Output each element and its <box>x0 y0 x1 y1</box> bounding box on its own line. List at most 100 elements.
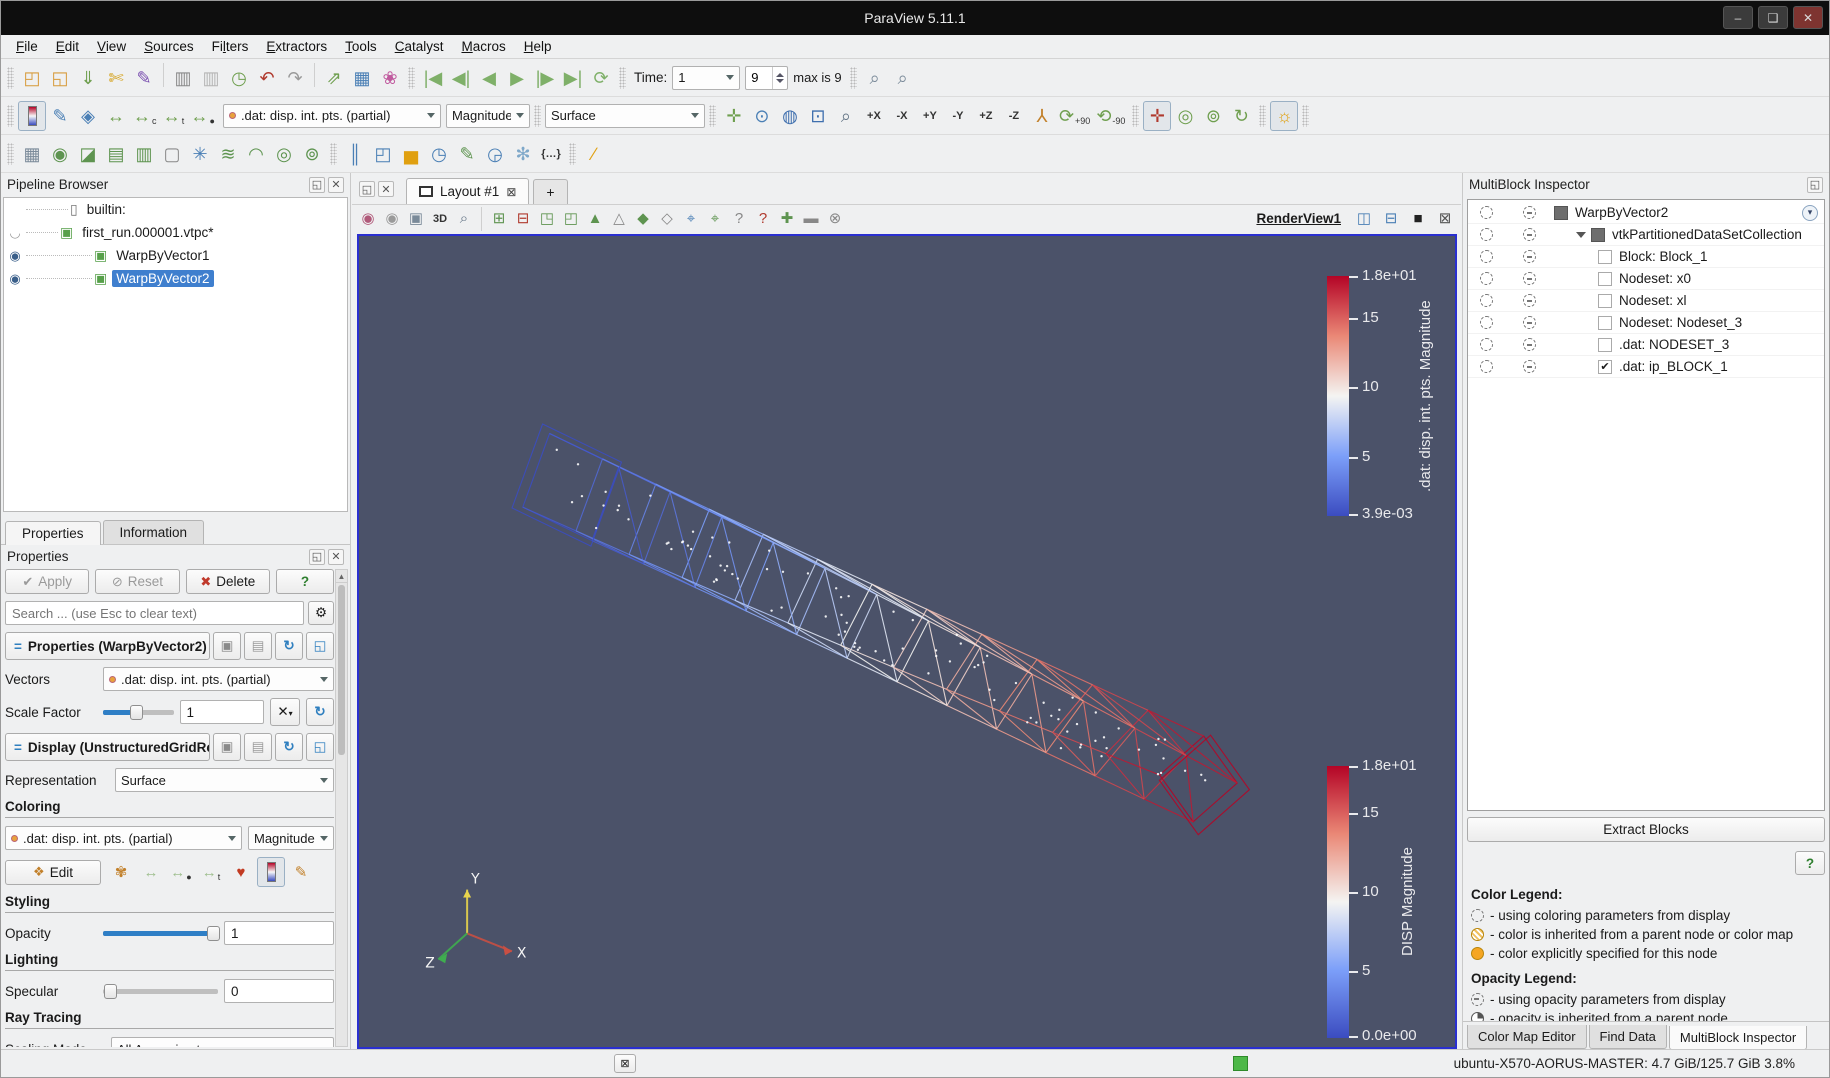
toolbar-drag-handle[interactable] <box>709 105 716 127</box>
toolbar-drag-handle[interactable] <box>7 67 14 89</box>
light-kit-icon[interactable]: ☼ <box>1270 101 1298 131</box>
menu-catalyst[interactable]: Catalyst <box>386 37 453 56</box>
multiblock-tree[interactable]: WarpByVector2▾vtkPartitionedDataSetColle… <box>1467 199 1825 811</box>
toolbar-drag-handle[interactable] <box>7 143 14 165</box>
extract-subset-icon[interactable]: ▢ <box>158 139 186 169</box>
scaling-mode-combo[interactable]: All Approximate <box>111 1037 334 1047</box>
select-points-rectangle-icon[interactable]: ⊟ <box>511 207 535 231</box>
slice-icon[interactable]: ▤ <box>102 139 130 169</box>
set-view-plus-y-icon[interactable]: +Y <box>916 101 944 131</box>
pipeline-tree[interactable]: ▯builtin:◡▣first_run.000001.vtpc*◉▣WarpB… <box>3 197 348 512</box>
select-cells-rectangle-icon[interactable]: ⊞ <box>487 207 511 231</box>
color-state-icon[interactable] <box>1480 250 1493 263</box>
plot-over-line-icon[interactable]: ║ <box>341 139 369 169</box>
display-section-header[interactable]: =Display (UnstructuredGridRepresentation… <box>5 733 210 761</box>
opacity-state-icon[interactable] <box>1523 228 1536 241</box>
block-checkbox[interactable] <box>1598 294 1612 308</box>
stream-tracer-icon[interactable]: ≋ <box>214 139 242 169</box>
save-screenshot-icon[interactable]: ⇓ <box>74 63 102 93</box>
capture-view-icon[interactable]: ⌕ <box>889 63 917 93</box>
copy-properties-button[interactable]: ▣ <box>213 632 241 660</box>
output-messages-icon[interactable]: ⊠ <box>614 1054 636 1073</box>
search-options-button[interactable]: ⚙ <box>308 601 334 625</box>
float-dock-icon[interactable]: ◱ <box>309 177 325 193</box>
redo-icon[interactable]: ↷ <box>281 63 309 93</box>
select-cells-polygon-icon[interactable]: ▲ <box>583 207 607 231</box>
capture-screenshot-icon[interactable]: ▣ <box>404 207 428 231</box>
maximize-view-icon[interactable]: ■ <box>1406 207 1430 231</box>
tab-properties[interactable]: Properties <box>5 521 101 545</box>
vectors-combo[interactable]: .dat: disp. int. pts. (partial) <box>103 667 334 691</box>
opacity-value[interactable]: 1 <box>224 921 334 945</box>
edit-color-map-icon[interactable]: ✎ <box>46 101 74 131</box>
tristate-checkbox[interactable] <box>1591 228 1605 242</box>
rotate-90-clockwise-icon[interactable]: ⟳+90 <box>1056 101 1093 131</box>
rotate-90-counterclockwise-icon[interactable]: ⟲-90 <box>1093 101 1128 131</box>
pipeline-item-builtin-[interactable]: ▯builtin: <box>4 198 347 221</box>
visibility-eye-icon[interactable]: ◉ <box>4 271 26 287</box>
plot-selection-over-time-icon[interactable]: ◶ <box>481 139 509 169</box>
opacity-state-icon[interactable] <box>1523 206 1536 219</box>
expander-icon[interactable] <box>1576 232 1586 238</box>
delete-button[interactable]: ✖Delete <box>186 569 270 594</box>
save-catalyst-state-icon[interactable]: ✎ <box>130 63 158 93</box>
split-horizontal-icon[interactable]: ◫ <box>1352 207 1376 231</box>
reset-camera-closest-icon[interactable]: ◍ <box>776 101 804 131</box>
pipeline-item-warpbyvector2[interactable]: ◉▣WarpByVector2 <box>4 267 347 290</box>
toolbar-drag-handle[interactable] <box>1302 105 1309 127</box>
first-frame-icon[interactable]: |◀ <box>419 63 447 93</box>
close-dock-icon[interactable]: ✕ <box>328 549 344 565</box>
help-button[interactable]: ? <box>276 569 334 594</box>
scale-factor-slider[interactable] <box>103 710 174 715</box>
multiblock-row--dat-ip-block-1[interactable]: ✔.dat: ip_BLOCK_1 <box>1468 356 1824 378</box>
menu-macros[interactable]: Macros <box>452 37 514 56</box>
toolbar-drag-handle[interactable] <box>850 67 857 89</box>
opacity-state-icon[interactable] <box>1523 272 1536 285</box>
choose-color-preset-icon[interactable]: ✾ <box>107 857 135 887</box>
color-state-icon[interactable] <box>1480 206 1493 219</box>
tab-information[interactable]: Information <box>103 520 205 544</box>
last-frame-icon[interactable]: ▶| <box>559 63 587 93</box>
component-combo[interactable]: Magnitude <box>446 104 530 128</box>
pick-center-icon[interactable]: ⊚ <box>1199 101 1227 131</box>
multiblock-row-nodeset-xl[interactable]: Nodeset: xl <box>1468 290 1824 312</box>
scrollbar-thumb[interactable] <box>338 585 345 755</box>
multiblock-row-block-block-1[interactable]: Block: Block_1 <box>1468 246 1824 268</box>
save-data-icon[interactable]: ◱ <box>46 63 74 93</box>
block-checkbox[interactable] <box>1598 272 1612 286</box>
menu-help[interactable]: Help <box>515 37 561 56</box>
extract-selection-icon[interactable]: ◰ <box>369 139 397 169</box>
shrink-selection-icon[interactable]: ▬ <box>799 207 823 231</box>
toolbar-drag-handle[interactable] <box>1132 105 1139 127</box>
select-cells-frustum-icon[interactable]: ◳ <box>535 207 559 231</box>
select-points-frustum-icon[interactable]: ◰ <box>559 207 583 231</box>
show-orientation-axes-icon[interactable]: ◎ <box>1171 101 1199 131</box>
plot-over-time-icon[interactable]: ◷ <box>425 139 453 169</box>
specular-value[interactable]: 0 <box>224 979 334 1003</box>
block-checkbox[interactable]: ✔ <box>1598 360 1612 374</box>
color-state-icon[interactable] <box>1480 338 1493 351</box>
tab-color-map-editor[interactable]: Color Map Editor <box>1467 1025 1587 1049</box>
save-display-button[interactable]: ◱ <box>306 733 334 761</box>
step-forward-icon[interactable]: |▶ <box>531 63 559 93</box>
set-view-plus-x-icon[interactable]: +X <box>860 101 888 131</box>
opacity-state-icon[interactable] <box>1523 360 1536 373</box>
title-bar[interactable]: ParaView 5.11.1 – ❑ ✕ <box>1 1 1829 35</box>
clear-selection-icon[interactable]: ⊗ <box>823 207 847 231</box>
opacity-state-icon[interactable] <box>1523 316 1536 329</box>
multiblock-row-warpbyvector2[interactable]: WarpByVector2▾ <box>1468 202 1824 224</box>
color-state-icon[interactable] <box>1480 316 1493 329</box>
warp-by-vector-icon[interactable]: ◠ <box>242 139 270 169</box>
close-dock-icon[interactable]: ✕ <box>378 181 394 197</box>
center-axes-visibility-icon[interactable]: ✛ <box>1143 101 1171 131</box>
export-scene-icon[interactable]: ✄ <box>102 63 130 93</box>
edit-color-map-button[interactable]: ❖Edit <box>5 860 101 885</box>
representation-property-combo[interactable]: Surface <box>115 768 334 792</box>
toolbar-drag-handle[interactable] <box>569 143 576 165</box>
representation-combo[interactable]: Surface <box>545 104 705 128</box>
camera-redo-icon[interactable]: ◉ <box>380 207 404 231</box>
block-checkbox[interactable] <box>1598 338 1612 352</box>
tab-find-data[interactable]: Find Data <box>1589 1025 1667 1049</box>
pipeline-item-warpbyvector1[interactable]: ◉▣WarpByVector1 <box>4 244 347 267</box>
multiblock-row-vtkpartitioneddatasetcollection[interactable]: vtkPartitionedDataSetCollection <box>1468 224 1824 246</box>
